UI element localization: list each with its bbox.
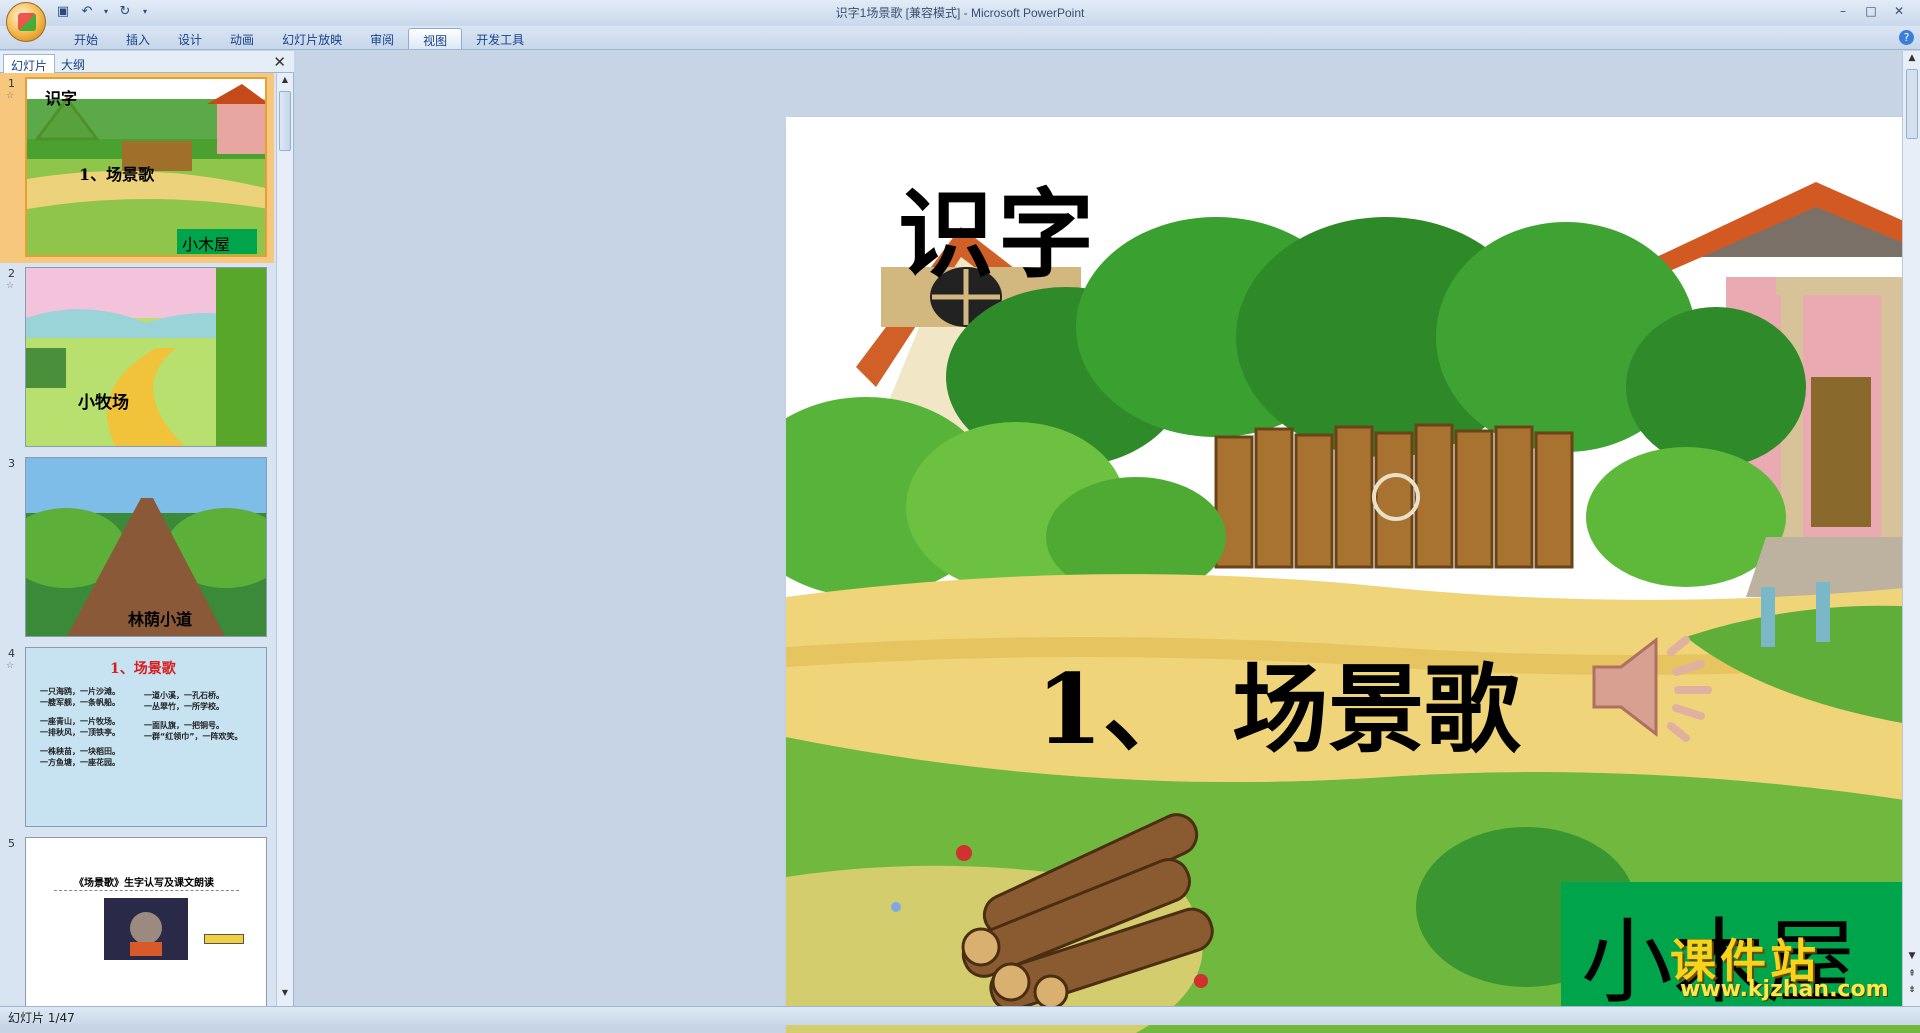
thumb-text-line: 一道小溪，一孔石桥。 bbox=[144, 691, 224, 700]
scroll-thumb[interactable] bbox=[1906, 69, 1918, 139]
ribbon-tab-bar: 开始 插入 设计 动画 幻灯片放映 审阅 视图 开发工具 ? bbox=[0, 26, 1920, 50]
slide-thumbnail-5[interactable]: 5 《场景歌》生字认写及课文朗读 bbox=[0, 833, 274, 1006]
thumb-image: 《场景歌》生字认写及课文朗读 bbox=[25, 837, 267, 1006]
tab-slides[interactable]: 幻灯片 bbox=[3, 54, 56, 73]
panel-close-icon[interactable]: ✕ bbox=[273, 53, 286, 71]
slide-thumbnail-1[interactable]: 1 ☆ 识字 1、场景歌 小木屋 bbox=[0, 73, 274, 263]
thumb-label: 林荫小道 bbox=[128, 610, 193, 629]
thumb-number: 1 bbox=[8, 77, 15, 90]
thumb-box-label: 小木屋 bbox=[182, 235, 231, 254]
ribbon-tab[interactable]: 插入 bbox=[112, 28, 164, 49]
thumb-2-scene bbox=[26, 268, 266, 446]
title-bar: ▣ ↶ ▾ ↻ ▾ 识字1场景歌 [兼容模式] - Microsoft Powe… bbox=[0, 0, 1920, 42]
slide-scrollbar[interactable]: ▲ ▼ ⇞ ⇟ bbox=[1902, 51, 1920, 1006]
status-bar: 幻灯片 1/47 bbox=[0, 1006, 1920, 1025]
animation-star-icon: ☆ bbox=[6, 91, 15, 101]
thumb-text-line: 一只海鸥，一片沙滩。 bbox=[40, 687, 120, 696]
thumb-title: 1、场景歌 bbox=[110, 661, 176, 677]
slide-editing-area: 识字 1、 场景歌 小木屋 bbox=[296, 51, 1920, 1033]
ribbon-tab[interactable]: 审阅 bbox=[356, 28, 408, 49]
close-button[interactable]: ✕ bbox=[1886, 2, 1912, 20]
maximize-button[interactable]: □ bbox=[1858, 2, 1884, 20]
thumb-label: 小牧场 bbox=[78, 393, 129, 413]
thumb-title: 识字 bbox=[45, 89, 78, 108]
animation-star-icon: ☆ bbox=[6, 661, 15, 671]
thumb-text-line: 一艘军舰，一条帆船。 bbox=[40, 698, 120, 707]
thumb-divider bbox=[54, 890, 239, 891]
ribbon-tab[interactable]: 开始 bbox=[60, 28, 112, 49]
office-button[interactable] bbox=[6, 2, 46, 42]
thumb-image: 1、场景歌 一只海鸥，一片沙滩。 一艘军舰，一条帆船。 一座青山，一片牧场。 一排秋风… bbox=[25, 647, 267, 827]
thumb-lines-left: 一只海鸥，一片沙滩。 一艘军舰，一条帆船。 一座青山，一片牧场。 一排秋风，一顶铁亭。… bbox=[40, 686, 120, 768]
office-logo-icon bbox=[18, 13, 36, 31]
speaker-icon[interactable] bbox=[1586, 632, 1716, 742]
thumb-number: 3 bbox=[8, 457, 15, 470]
help-icon[interactable]: ? bbox=[1899, 30, 1914, 45]
thumb-subtitle: 1、场景歌 bbox=[79, 165, 155, 184]
slide-subtitle[interactable]: 1、 场景歌 bbox=[1036, 632, 1520, 771]
slide-thumbnail-4[interactable]: 4 ☆ 1、场景歌 一只海鸥，一片沙滩。 一艘军舰，一条帆船。 一座青山，一片牧场。… bbox=[0, 643, 274, 833]
thumbnail-list: 1 ☆ 识字 1、场景歌 小木屋 2 ☆ 小牧场 3 林荫小道 4 ☆ 1、场景… bbox=[0, 73, 274, 1006]
ribbon-tab[interactable]: 幻灯片放映 bbox=[268, 28, 356, 49]
animation-star-icon: ☆ bbox=[6, 281, 15, 291]
thumb-number: 5 bbox=[8, 837, 15, 850]
panel-tabs: 幻灯片 大纲 ✕ bbox=[0, 51, 294, 73]
watermark-url: www.kjzhan.com bbox=[1680, 977, 1889, 1002]
ribbon-tabs: 开始 插入 设计 动画 幻灯片放映 审阅 视图 开发工具 bbox=[60, 28, 538, 49]
thumb-text-line: 一座青山，一片牧场。 bbox=[40, 717, 120, 726]
thumb-number: 2 bbox=[8, 267, 15, 280]
watermark-logo: 课件站 www.kjzhan.com bbox=[1670, 925, 1910, 1005]
thumb-button-icon bbox=[204, 934, 244, 944]
slide-title[interactable]: 识字 bbox=[898, 157, 1098, 296]
scroll-up-icon[interactable]: ▲ bbox=[1906, 53, 1918, 63]
thumb-text-line: 一群“红领巾”，一阵欢笑。 bbox=[144, 732, 243, 741]
scroll-down-icon[interactable]: ▼ bbox=[279, 988, 291, 1002]
tab-outline[interactable]: 大纲 bbox=[54, 54, 92, 73]
thumb-text-line: 一面队旗，一把铜号。 bbox=[144, 721, 224, 730]
thumb-5-picture bbox=[104, 898, 188, 960]
ribbon-tab[interactable]: 开发工具 bbox=[462, 28, 538, 49]
thumb-text-line: 一株秧苗，一块稻田。 bbox=[40, 747, 120, 756]
thumb-image: 识字 1、场景歌 小木屋 bbox=[25, 77, 267, 257]
slide-thumbnail-2[interactable]: 2 ☆ 小牧场 bbox=[0, 263, 274, 453]
thumb-text-line: 一丛翠竹，一所学校。 bbox=[144, 702, 224, 711]
minimize-button[interactable]: – bbox=[1830, 2, 1856, 20]
window-controls: – □ ✕ bbox=[1830, 2, 1912, 20]
ribbon-tab[interactable]: 设计 bbox=[164, 28, 216, 49]
slide-thumbnail-3[interactable]: 3 林荫小道 bbox=[0, 453, 274, 643]
scroll-thumb[interactable] bbox=[279, 91, 291, 151]
ribbon-tab[interactable]: 动画 bbox=[216, 28, 268, 49]
thumbnail-scrollbar[interactable]: ▲ ▼ bbox=[276, 73, 293, 1006]
slides-panel: 幻灯片 大纲 ✕ 1 ☆ 识字 1、场景歌 小木屋 2 ☆ 小牧场 3 林荫小道… bbox=[0, 51, 294, 1006]
thumb-title: 《场景歌》生字认写及课文朗读 bbox=[74, 878, 214, 889]
powerpoint-window: ▣ ↶ ▾ ↻ ▾ 识字1场景歌 [兼容模式] - Microsoft Powe… bbox=[0, 0, 1920, 1033]
thumb-text-line: 一方鱼塘，一座花园。 bbox=[40, 758, 120, 767]
thumb-text-line: 一排秋风，一顶铁亭。 bbox=[40, 728, 120, 737]
thumb-image: 林荫小道 bbox=[25, 457, 267, 637]
scroll-up-icon[interactable]: ▲ bbox=[279, 75, 291, 89]
window-title: 识字1场景歌 [兼容模式] - Microsoft PowerPoint bbox=[835, 6, 1085, 20]
thumb-image: 小牧场 bbox=[25, 267, 267, 447]
ribbon-tab[interactable]: 视图 bbox=[408, 28, 463, 49]
thumb-lines-right: 一道小溪，一孔石桥。 一丛翠竹，一所学校。 一面队旗，一把铜号。一群“红领巾”，一阵… bbox=[144, 690, 243, 742]
current-slide[interactable]: 识字 1、 场景歌 小木屋 bbox=[786, 117, 1920, 1033]
slide-counter: 幻灯片 1/47 bbox=[8, 1011, 75, 1025]
thumb-number: 4 bbox=[8, 647, 15, 660]
